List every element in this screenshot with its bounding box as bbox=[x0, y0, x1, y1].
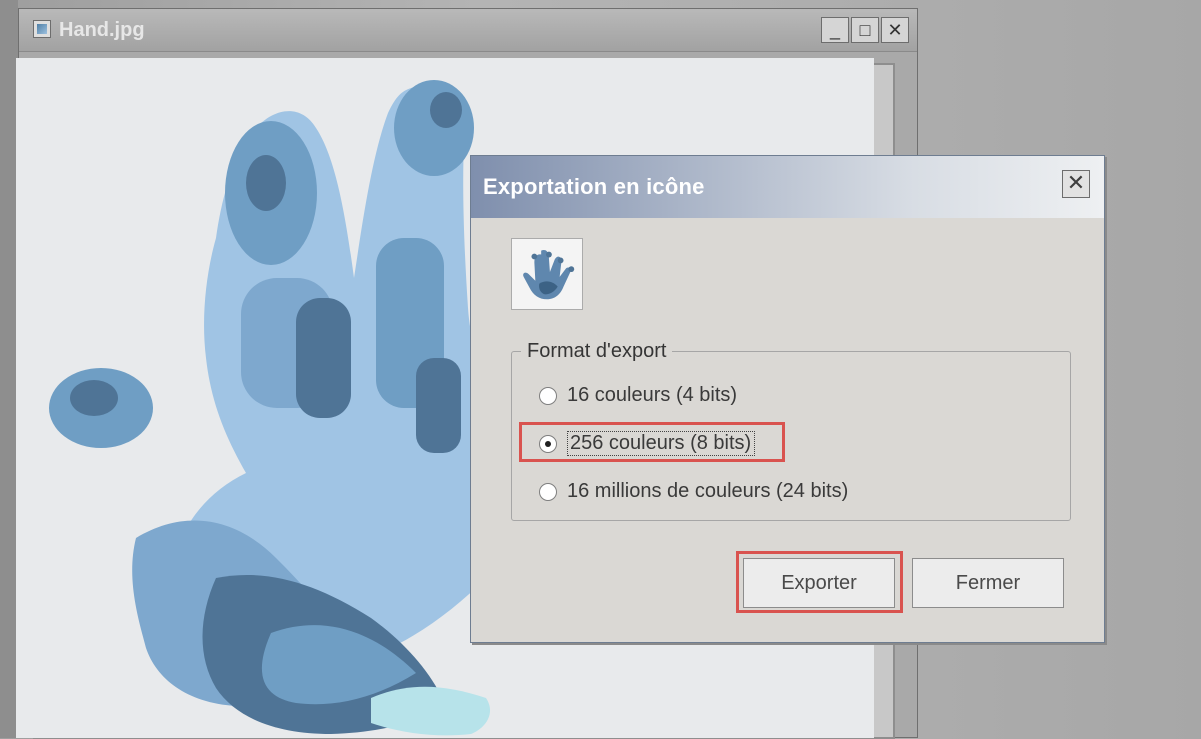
format-option-16-million-colors-label: 16 millions de couleurs (24 bits) bbox=[567, 480, 849, 502]
minimize-button[interactable]: _ bbox=[821, 17, 849, 43]
export-button-highlight bbox=[736, 551, 903, 613]
close-button[interactable]: ✕ bbox=[881, 17, 909, 43]
dialog-title: Exportation en icône bbox=[483, 174, 705, 199]
image-window-title: Hand.jpg bbox=[59, 19, 145, 41]
format-option-16-colors-label: 16 couleurs (4 bits) bbox=[567, 384, 738, 406]
image-file-icon bbox=[33, 20, 51, 38]
dialog-titlebar[interactable]: Exportation en icône ✕ bbox=[471, 156, 1104, 218]
hand-icon-graphic bbox=[512, 239, 582, 309]
image-window-titlebar[interactable]: Hand.jpg _ □ ✕ bbox=[19, 9, 917, 52]
radio-16-colors[interactable] bbox=[539, 386, 557, 405]
selected-option-highlight bbox=[519, 422, 785, 462]
maximize-button[interactable]: □ bbox=[851, 17, 879, 43]
export-format-label: Format d'export bbox=[521, 340, 673, 363]
export-icon-dialog: Exportation en icône ✕ Format d'export 1… bbox=[470, 155, 1105, 643]
close-dialog-button[interactable]: Fermer bbox=[912, 558, 1064, 608]
window-controls: _ □ ✕ bbox=[821, 17, 909, 43]
format-option-16-million-colors[interactable]: 16 millions de couleurs (24 bits) bbox=[539, 480, 848, 503]
hand-icon bbox=[511, 238, 583, 310]
format-option-16-colors[interactable]: 16 couleurs (4 bits) bbox=[539, 384, 737, 407]
radio-16-million-colors[interactable] bbox=[539, 482, 557, 501]
dialog-close-button[interactable]: ✕ bbox=[1062, 170, 1090, 198]
